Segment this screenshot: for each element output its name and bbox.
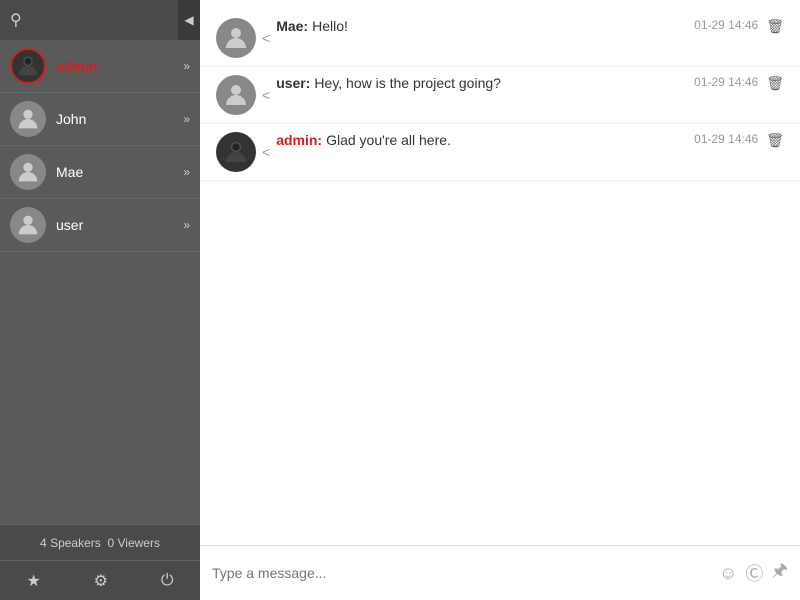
message-sender: admin:	[276, 132, 322, 148]
viewers-label: Viewers	[117, 536, 159, 550]
message-content: Mae: Hello!	[276, 18, 684, 34]
power-button[interactable]: ⏻	[153, 568, 182, 594]
search-bar: ⚲ ◀	[0, 0, 200, 40]
viewers-count: 0	[107, 536, 114, 550]
chevron-right-icon: »	[183, 59, 190, 73]
sidebar-actions: ★ ⚙ ⏻	[0, 560, 200, 600]
message-time: 01-29 14:46	[694, 18, 758, 32]
chevron-right-icon: »	[183, 218, 190, 232]
sidebar: ⚲ ◀ admin » John » Mae » user » 4 Speakers 0…	[0, 0, 200, 600]
message-input[interactable]	[212, 565, 711, 581]
message-separator: <	[262, 87, 270, 103]
message-delete-button[interactable]: 🗑	[766, 132, 784, 149]
sidebar-footer: 4 Speakers 0 Viewers ★ ⚙ ⏻	[0, 524, 200, 600]
msg-avatar-msg1	[216, 18, 256, 58]
message-separator: <	[262, 144, 270, 160]
speakers-info: 4 Speakers 0 Viewers	[0, 524, 200, 560]
message-row: < admin: Glad you're all here. 01-29 14:46…	[200, 124, 800, 181]
sidebar-user-admin[interactable]: admin »	[0, 40, 200, 93]
avatar-user	[10, 207, 46, 243]
message-text: Hey, how is the project going?	[314, 75, 684, 91]
emoji-button[interactable]: ☺	[719, 563, 737, 584]
username-user: user	[56, 217, 179, 233]
chevron-right-icon: »	[183, 165, 190, 179]
main-area: < Mae: Hello! 01-29 14:46 🗑 < user: Hey, how…	[200, 0, 800, 600]
avatar-mae	[10, 154, 46, 190]
username-mae: Mae	[56, 164, 179, 180]
speakers-label: Speakers	[50, 536, 101, 550]
message-content: admin: Glad you're all here.	[276, 132, 684, 148]
message-sender: Mae:	[276, 18, 308, 34]
sidebar-user-mae[interactable]: Mae »	[0, 146, 200, 199]
message-time: 01-29 14:46	[694, 132, 758, 146]
message-row: < user: Hey, how is the project going? 01-…	[200, 67, 800, 124]
message-delete-button[interactable]: 🗑	[766, 18, 784, 35]
currency-button[interactable]: Ⓒ	[745, 560, 763, 586]
sidebar-user-user[interactable]: user »	[0, 199, 200, 252]
speakers-count: 4	[40, 536, 47, 550]
avatar-john	[10, 101, 46, 137]
msg-avatar-msg2	[216, 75, 256, 115]
username-admin: admin	[56, 58, 179, 74]
attach-button[interactable]: 🖈	[771, 558, 788, 588]
pin-button[interactable]: ★	[18, 567, 48, 595]
username-john: John	[56, 111, 179, 127]
sidebar-user-john[interactable]: John »	[0, 93, 200, 146]
settings-button[interactable]: ⚙	[86, 567, 116, 595]
sidebar-collapse-button[interactable]: ◀	[178, 0, 200, 40]
message-sender: user:	[276, 75, 310, 91]
search-icon: ⚲	[10, 10, 22, 30]
message-content: user: Hey, how is the project going?	[276, 75, 684, 91]
message-text: Hello!	[312, 18, 684, 34]
message-delete-button[interactable]: 🗑	[766, 75, 784, 92]
input-area: ☺ Ⓒ 🖈	[200, 545, 800, 600]
message-row: < Mae: Hello! 01-29 14:46 🗑	[200, 10, 800, 67]
chevron-right-icon: »	[183, 112, 190, 126]
msg-avatar-msg3	[216, 132, 256, 172]
message-separator: <	[262, 30, 270, 46]
messages-area: < Mae: Hello! 01-29 14:46 🗑 < user: Hey, how…	[200, 0, 800, 545]
avatar-admin	[10, 48, 46, 84]
user-list: admin » John » Mae » user »	[0, 40, 200, 524]
message-text: Glad you're all here.	[326, 132, 684, 148]
message-time: 01-29 14:46	[694, 75, 758, 89]
